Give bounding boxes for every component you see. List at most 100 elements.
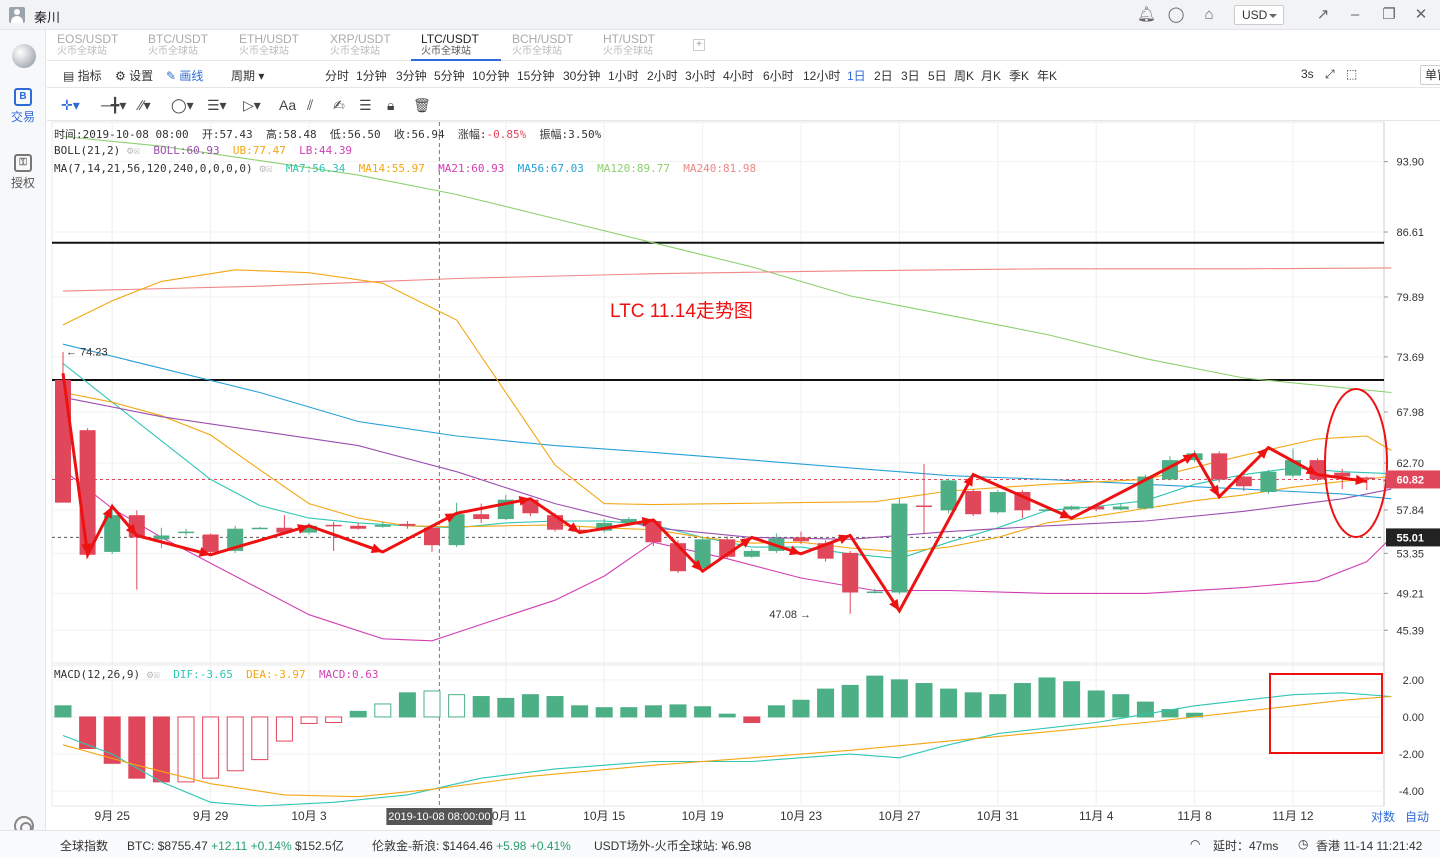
macd-bar xyxy=(54,705,72,718)
high-annotation: ← 74.23 xyxy=(66,347,108,359)
macd-bar xyxy=(890,679,908,718)
latency: 延时：47ms xyxy=(1213,839,1279,853)
macd-bar xyxy=(275,716,293,742)
x-tick-label: 10月 3 xyxy=(291,809,327,823)
macd-bar xyxy=(226,716,244,772)
macd-bar xyxy=(546,696,564,718)
wifi-icon: ◠ xyxy=(1190,837,1201,851)
macd-bar xyxy=(1063,681,1081,718)
candle-body xyxy=(202,534,219,552)
y-tick-label: 49.21 xyxy=(1396,588,1424,600)
macd-bar xyxy=(866,675,884,718)
macd-bar xyxy=(743,716,761,724)
candle-body xyxy=(989,492,1006,513)
y-tick-label: 93.90 xyxy=(1396,157,1424,169)
x-tick-label: 9月 25 xyxy=(95,809,131,823)
candle-body xyxy=(251,527,268,530)
candle-body xyxy=(743,550,760,557)
price-marker: 60.82 xyxy=(1396,474,1424,486)
macd-bar xyxy=(448,694,466,718)
y-tick-label: 73.69 xyxy=(1396,352,1424,364)
candle-body xyxy=(866,591,883,594)
macd-bar xyxy=(964,692,982,718)
macd-bar xyxy=(300,716,318,724)
candle-body xyxy=(79,430,96,555)
macd-tick-label: 2.00 xyxy=(1403,675,1424,687)
price-marker-2: 55.01 xyxy=(1396,532,1424,544)
ma-info: MA(7,14,21,56,120,240,0,0,0,0) ⚙☒ MA7:56… xyxy=(54,162,757,175)
x-tick-label: 10月 23 xyxy=(780,809,822,823)
candle-body xyxy=(55,379,71,503)
candle-body xyxy=(916,505,932,508)
macd-tick-label: 0.00 xyxy=(1403,712,1424,724)
ohlc-info: 时间:2019-10-08 08:00 开:57.43 高:58.48 低:56… xyxy=(54,128,602,141)
macd-bar xyxy=(374,703,392,718)
status-bar: 全球指数 BTC: $8755.47 +12.11 +0.14% $152.5亿… xyxy=(0,830,1440,857)
candle-body xyxy=(473,514,490,520)
candle-body xyxy=(793,537,809,542)
clock-time: 香港 11-14 11:21:42 xyxy=(1316,839,1423,853)
candle-body xyxy=(1211,453,1228,480)
macd-bar xyxy=(915,683,933,718)
macd-info: MACD(12,26,9) ⚙☒ DIF:-3.65 DEA:-3.97 MAC… xyxy=(54,668,379,681)
macd-bar xyxy=(79,716,97,749)
global-index-label[interactable]: 全球指数 xyxy=(60,837,108,854)
macd-tick-label: -2.00 xyxy=(1399,749,1424,761)
crosshair-label: 2019-10-08 08:00:00 xyxy=(388,811,490,823)
y-tick-label: 53.35 xyxy=(1396,548,1424,560)
candle-body xyxy=(374,524,391,527)
macd-bar xyxy=(251,716,269,761)
candle-body xyxy=(1112,506,1129,510)
y-tick-label: 57.84 xyxy=(1396,505,1424,517)
macd-bar xyxy=(1013,683,1031,718)
y-tick-label: 67.98 xyxy=(1396,407,1424,419)
macd-bar xyxy=(1038,677,1056,718)
macd-bar xyxy=(595,707,613,718)
macd-bar xyxy=(349,710,367,718)
candle-body xyxy=(399,523,416,526)
candle-body xyxy=(153,535,170,540)
x-tick-label: 11月 8 xyxy=(1177,809,1212,823)
x-tick-label: 9月 29 xyxy=(193,809,229,823)
macd-bar xyxy=(644,705,662,718)
y-tick-label: 79.89 xyxy=(1396,292,1424,304)
otc-price: USDT场外-火币全球站: ¥6.98 xyxy=(594,839,752,853)
macd-bar xyxy=(620,707,638,718)
candle-body xyxy=(178,531,194,534)
macd-bar xyxy=(767,705,785,718)
macd-bar xyxy=(398,692,416,718)
macd-bar xyxy=(817,688,835,718)
candle-body xyxy=(940,480,957,511)
chart-title: LTC 11.14走势图 xyxy=(610,300,753,322)
gold-ticker: 伦敦金-新浪: $1464.46 +5.98 +0.41% xyxy=(372,839,571,853)
macd-bar xyxy=(325,716,343,724)
x-tick-label: 11月 12 xyxy=(1272,809,1313,823)
macd-bar xyxy=(202,716,220,779)
x-tick-label: 10月 31 xyxy=(977,809,1019,823)
macd-bar xyxy=(128,716,146,779)
macd-bar xyxy=(940,688,958,718)
annotation-box xyxy=(1269,673,1383,754)
btc-ticker: BTC: $8755.47 +12.11 +0.14% $152.5亿 xyxy=(127,839,344,853)
price-pane xyxy=(51,121,1385,664)
macd-bar xyxy=(989,694,1007,718)
candle-body xyxy=(965,491,982,515)
low-annotation: 47.08 → xyxy=(769,609,811,621)
clock-icon: ◷ xyxy=(1298,837,1309,851)
x-tick-label: 10月 19 xyxy=(682,809,724,823)
macd-bar xyxy=(571,705,589,718)
candle-body xyxy=(350,525,367,529)
candle-body xyxy=(842,552,859,593)
macd-bar xyxy=(669,704,687,718)
macd-bar xyxy=(497,697,515,718)
y-tick-label: 45.39 xyxy=(1396,625,1424,637)
candle-body xyxy=(1260,471,1277,493)
macd-bar xyxy=(177,716,195,783)
macd-bar xyxy=(423,690,441,718)
log-scale-button[interactable]: 对数 xyxy=(1371,809,1395,824)
macd-bar xyxy=(152,716,170,783)
candle-body xyxy=(325,524,342,527)
macd-bar xyxy=(792,699,810,718)
macd-bar xyxy=(472,696,490,718)
auto-scale-button[interactable]: 自动 xyxy=(1405,810,1429,824)
